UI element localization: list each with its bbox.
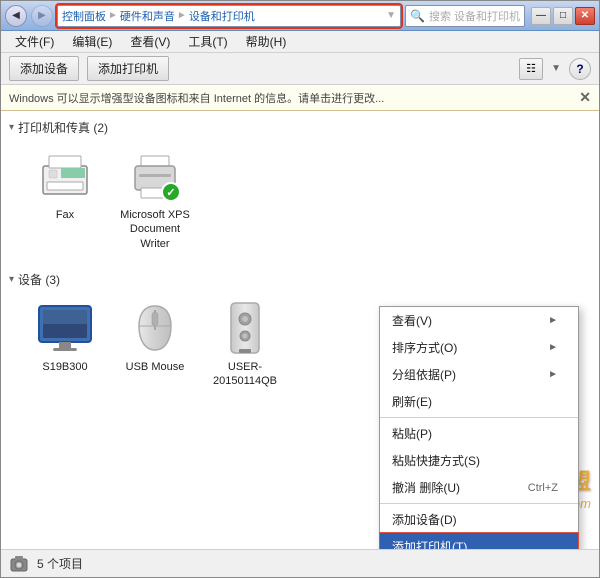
ctx-refresh[interactable]: 刷新(E) <box>380 388 578 415</box>
title-bar: ◀ ▶ 控制面板 ► 硬件和声音 ► 设备和打印机 ▼ 🔍 搜索 设备和打印机 … <box>1 1 599 31</box>
status-camera-icon <box>9 554 29 574</box>
hdd-label: USER-20150114QB <box>209 360 281 389</box>
printers-section-title: 打印机和传真 (2) <box>9 119 591 136</box>
info-text: Windows 可以显示增强型设备图标和来自 Internet 的信息。请单击进… <box>9 90 384 106</box>
ctx-undo[interactable]: 撤消 删除(U) Ctrl+Z <box>380 474 578 501</box>
search-bar[interactable]: 🔍 搜索 设备和打印机 <box>405 5 525 27</box>
search-icon: 🔍 <box>410 9 425 23</box>
add-device-button[interactable]: 添加设备 <box>9 56 79 81</box>
address-part-1[interactable]: 控制面板 <box>62 8 106 24</box>
hdd-icon <box>217 300 273 356</box>
ctx-sep-2 <box>380 503 578 504</box>
menu-edit[interactable]: 编辑(E) <box>64 31 120 52</box>
ctx-sort[interactable]: 排序方式(O) ► <box>380 334 578 361</box>
back-button[interactable]: ◀ <box>5 5 27 27</box>
ctx-add-printer[interactable]: 添加打印机(T) <box>380 533 578 549</box>
fax-label: Fax <box>56 208 74 222</box>
svg-text:✓: ✓ <box>166 187 175 199</box>
address-part-2[interactable]: 硬件和声音 <box>120 8 175 24</box>
status-count: 5 个项目 <box>37 555 83 572</box>
help-button[interactable]: ? <box>569 58 591 80</box>
toolbar: 添加设备 添加打印机 ☷ ▼ ? <box>1 53 599 85</box>
menu-file[interactable]: 文件(F) <box>7 31 62 52</box>
search-placeholder: 搜索 设备和打印机 <box>429 8 520 24</box>
xps-printer-label: Microsoft XPS Document Writer <box>119 208 191 251</box>
ctx-group[interactable]: 分组依据(P) ► <box>380 361 578 388</box>
monitor-icon <box>37 300 93 356</box>
ctx-view[interactable]: 查看(V) ► <box>380 307 578 334</box>
xps-printer-icon: ✓ <box>127 148 183 204</box>
info-close-button[interactable]: ✕ <box>579 89 591 106</box>
address-dropdown-icon[interactable]: ▼ <box>386 10 396 21</box>
printers-grid: Fax <box>9 144 591 255</box>
ctx-paste[interactable]: 粘贴(P) <box>380 420 578 447</box>
minimize-button[interactable]: — <box>531 7 551 25</box>
monitor-label: S19B300 <box>42 360 87 374</box>
menu-view[interactable]: 查看(V) <box>122 31 178 52</box>
forward-button[interactable]: ▶ <box>31 5 53 27</box>
device-fax[interactable]: Fax <box>25 144 105 255</box>
address-bar[interactable]: 控制面板 ► 硬件和声音 ► 设备和打印机 ▼ <box>57 5 401 27</box>
device-xps-printer[interactable]: ✓ Microsoft XPS Document Writer <box>115 144 195 255</box>
devices-section-title: 设备 (3) <box>9 271 591 288</box>
mouse-icon <box>127 300 183 356</box>
add-printer-button[interactable]: 添加打印机 <box>87 56 169 81</box>
maximize-button[interactable]: □ <box>553 7 573 25</box>
title-bar-left: ◀ ▶ 控制面板 ► 硬件和声音 ► 设备和打印机 ▼ 🔍 搜索 设备和打印机 <box>5 5 525 27</box>
menu-bar: 文件(F) 编辑(E) 查看(V) 工具(T) 帮助(H) <box>1 31 599 53</box>
device-hdd[interactable]: USER-20150114QB <box>205 296 285 393</box>
status-bar: 5 个项目 <box>1 549 599 577</box>
info-bar: Windows 可以显示增强型设备图标和来自 Internet 的信息。请单击进… <box>1 85 599 111</box>
window-controls: — □ ✕ <box>531 7 595 25</box>
ctx-paste-shortcut[interactable]: 粘贴快捷方式(S) <box>380 447 578 474</box>
close-button[interactable]: ✕ <box>575 7 595 25</box>
view-toggle-button[interactable]: ☷ <box>519 58 543 80</box>
menu-tools[interactable]: 工具(T) <box>180 31 235 52</box>
view-dropdown-icon[interactable]: ▼ <box>551 63 561 74</box>
context-menu: 查看(V) ► 排序方式(O) ► 分组依据(P) ► 刷新(E) 粘贴(P) … <box>379 306 579 549</box>
device-mouse[interactable]: USB Mouse <box>115 296 195 393</box>
main-content: 打印机和传真 (2) <box>1 111 599 549</box>
device-monitor[interactable]: S19B300 <box>25 296 105 393</box>
address-part-3[interactable]: 设备和打印机 <box>189 8 255 24</box>
ctx-add-device[interactable]: 添加设备(D) <box>380 506 578 533</box>
main-window: ◀ ▶ 控制面板 ► 硬件和声音 ► 设备和打印机 ▼ 🔍 搜索 设备和打印机 … <box>0 0 600 578</box>
ctx-sep-1 <box>380 417 578 418</box>
menu-help[interactable]: 帮助(H) <box>238 31 295 52</box>
mouse-label: USB Mouse <box>126 360 185 374</box>
fax-icon <box>37 148 93 204</box>
